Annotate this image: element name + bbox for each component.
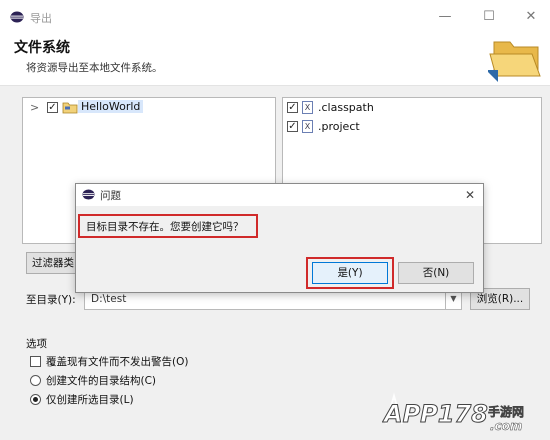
page-title: 文件系统	[14, 40, 70, 56]
classpath-checkbox[interactable]: ✓	[287, 102, 298, 113]
watermark-domain: .com	[490, 419, 522, 433]
watermark-brand: APP178	[382, 400, 488, 428]
app178-watermark-logo: APP178 手游网 .com	[382, 392, 524, 433]
dialog-title: 问题	[100, 190, 121, 202]
project-file-checkbox[interactable]: ✓	[287, 121, 298, 132]
question-dialog: 问题 ✕ 目标目录不存在。您要创建它吗？ 是(Y) 否(N)	[75, 183, 484, 293]
file-x-icon: X	[302, 101, 313, 114]
eclipse-app-icon	[10, 11, 24, 23]
create-selected-label[interactable]: 仅创建所选目录(L)	[46, 392, 134, 407]
watermark-suffix: 手游网	[488, 404, 524, 419]
create-selected-radio[interactable]	[30, 394, 41, 405]
overwrite-label[interactable]: 覆盖现有文件而不发出警告(O)	[46, 354, 188, 369]
checkmark-icon: ✓	[288, 102, 297, 113]
file-item-project[interactable]: .project	[318, 120, 360, 133]
maximize-button[interactable]: ☐	[474, 6, 504, 28]
export-folder-banner-icon	[488, 41, 541, 82]
yes-button[interactable]: 是(Y)	[312, 262, 388, 284]
window-title: 导出	[30, 12, 52, 25]
tree-item-helloworld[interactable]: HelloWorld	[78, 100, 144, 113]
window-titlebar	[0, 0, 550, 34]
close-window-button[interactable]: ✕	[516, 6, 546, 28]
no-button[interactable]: 否(N)	[398, 262, 474, 284]
minimize-button[interactable]: —	[430, 6, 460, 28]
dialog-titlebar	[76, 184, 483, 206]
create-structure-label[interactable]: 创建文件的目录结构(C)	[46, 373, 156, 388]
dialog-message: 目标目录不存在。您要创建它吗？	[86, 221, 244, 233]
page-description: 将资源导出至本地文件系统。	[26, 62, 163, 74]
project-checkbox[interactable]: ✓	[47, 102, 58, 113]
eclipse-app-icon	[82, 189, 95, 200]
checkmark-icon: ✓	[288, 121, 297, 132]
expand-chevron-icon[interactable]: >	[30, 101, 39, 114]
options-group-label: 选项	[26, 338, 47, 350]
checkmark-icon: ✓	[48, 102, 57, 113]
file-x-icon: X	[302, 120, 313, 133]
dialog-close-button[interactable]: ✕	[460, 185, 480, 205]
create-structure-radio[interactable]	[30, 375, 41, 386]
radio-selected-dot	[33, 397, 38, 402]
filter-types-button[interactable]: 过滤器类型	[26, 252, 82, 274]
destination-label: 至目录(Y):	[26, 294, 76, 306]
overwrite-checkbox[interactable]	[30, 356, 41, 367]
file-item-classpath[interactable]: .classpath	[318, 101, 374, 114]
project-folder-icon	[62, 102, 78, 114]
